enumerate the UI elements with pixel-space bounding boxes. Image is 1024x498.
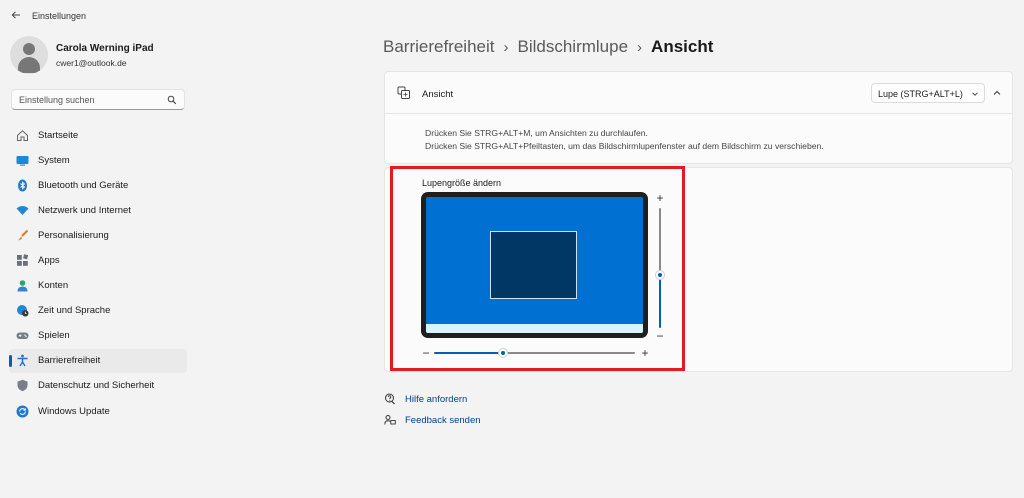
height-decrease-button[interactable]: − (653, 330, 667, 342)
back-button[interactable] (8, 7, 24, 23)
slider-thumb[interactable] (655, 270, 665, 280)
width-increase-button[interactable]: + (639, 346, 651, 360)
sidebar-item-label: Startseite (38, 129, 79, 141)
brush-icon (16, 229, 29, 242)
sidebar-item-label: Netzwerk und Internet (38, 204, 131, 216)
sidebar-item-spielen[interactable]: Spielen (9, 324, 187, 348)
width-decrease-button[interactable]: − (421, 346, 431, 360)
lens-height-slider[interactable]: + − (653, 192, 667, 342)
accessibility-icon (16, 354, 29, 367)
height-increase-button[interactable]: + (653, 192, 667, 204)
breadcrumb-bildschirmlupe[interactable]: Bildschirmlupe (518, 37, 629, 56)
screen-preview (426, 197, 643, 333)
sidebar-item-zeit[interactable]: Zeit und Sprache (9, 299, 187, 323)
feedback-icon (384, 415, 396, 425)
view-setting-label: Ansicht (422, 89, 454, 100)
sidebar-item-startseite[interactable]: Startseite (9, 123, 187, 147)
sidebar-item-label: Apps (38, 254, 60, 266)
sidebar-item-apps[interactable]: Apps (9, 248, 187, 272)
sidebar-item-barrierefreiheit[interactable]: Barrierefreiheit (9, 348, 187, 373)
user-profile[interactable]: Carola Werning iPad cwer1@outlook.de (10, 36, 154, 74)
search-icon (167, 95, 177, 105)
slider-fill[interactable] (434, 352, 503, 354)
title-bar: Einstellungen (0, 0, 1024, 30)
accounts-icon (16, 279, 29, 292)
slider-fill[interactable] (659, 275, 661, 328)
lens-size-title: Lupengröße ändern (422, 178, 502, 188)
view-setting-description: Drücken Sie STRG+ALT+M, um Ansichten zu … (384, 114, 1013, 164)
view-mode-selected: Lupe (STRG+ALT+L) (878, 89, 963, 99)
lens-preview[interactable] (490, 231, 577, 299)
sidebar-item-label: Spielen (38, 330, 70, 342)
sidebar-item-label: Bluetooth und Geräte (38, 179, 129, 191)
lens-width-slider[interactable]: − + (421, 346, 651, 360)
page-title: Ansicht (651, 37, 714, 56)
view-setting-card: Ansicht Lupe (STRG+ALT+L) (384, 71, 1013, 114)
avatar (10, 36, 48, 74)
gamepad-icon (16, 329, 29, 342)
update-icon (16, 405, 29, 418)
sidebar-item-datenschutz[interactable]: Datenschutz und Sicherheit (9, 374, 187, 398)
breadcrumb-barrierefreiheit[interactable]: Barrierefreiheit (383, 37, 495, 56)
sidebar-item-label: Windows Update (38, 405, 110, 417)
feedback-link[interactable]: Feedback senden (384, 414, 481, 426)
sidebar-item-label: Datenschutz und Sicherheit (38, 380, 155, 392)
sidebar-item-label: Barrierefreiheit (38, 355, 101, 367)
globe-clock-icon (16, 304, 29, 317)
slider-thumb[interactable] (498, 348, 508, 358)
slider-track[interactable] (503, 352, 635, 354)
system-icon (16, 154, 29, 167)
sidebar-item-bluetooth[interactable]: Bluetooth und Geräte (9, 173, 187, 197)
description-line: Drücken Sie STRG+ALT+Pfeiltasten, um das… (425, 141, 824, 151)
wifi-icon (16, 204, 29, 217)
view-mode-dropdown[interactable]: Lupe (STRG+ALT+L) (871, 83, 985, 103)
view-icon (397, 86, 410, 99)
app-title: Einstellungen (32, 11, 87, 21)
description-line: Drücken Sie STRG+ALT+M, um Ansichten zu … (425, 128, 648, 138)
slider-track[interactable] (659, 208, 661, 275)
breadcrumb-separator: › (503, 39, 509, 56)
sidebar-item-label: Konten (38, 280, 69, 292)
home-icon (16, 129, 29, 142)
search-input[interactable]: Einstellung suchen (11, 89, 185, 110)
sidebar-item-system[interactable]: System (9, 148, 187, 172)
sidebar-item-konten[interactable]: Konten (9, 274, 187, 298)
profile-name: Carola Werning iPad (56, 42, 154, 54)
breadcrumb-separator: › (637, 39, 643, 56)
taskbar-preview (426, 324, 643, 333)
sidebar-item-windows-update[interactable]: Windows Update (9, 399, 187, 423)
chevron-up-icon[interactable] (992, 88, 1002, 98)
sidebar-nav: Startseite System Bluetooth und Geräte N… (9, 123, 187, 424)
sidebar-item-personalisierung[interactable]: Personalisierung (9, 223, 187, 247)
monitor-preview (421, 192, 648, 338)
apps-icon (16, 254, 29, 267)
help-link[interactable]: Hilfe anfordern (384, 393, 467, 405)
shield-icon (16, 379, 29, 392)
help-icon (385, 393, 395, 405)
back-arrow-icon (11, 11, 20, 19)
profile-email: cwer1@outlook.de (56, 57, 127, 68)
feedback-link-label[interactable]: Feedback senden (405, 415, 481, 426)
sidebar-item-label: System (38, 154, 70, 166)
sidebar-item-netzwerk[interactable]: Netzwerk und Internet (9, 198, 187, 222)
sidebar-item-label: Personalisierung (38, 229, 109, 241)
bluetooth-icon (16, 179, 29, 192)
sidebar-item-label: Zeit und Sprache (38, 305, 111, 317)
search-placeholder: Einstellung suchen (19, 95, 95, 105)
breadcrumb: Barrierefreiheit › Bildschirmlupe › Ansicht (383, 37, 713, 57)
help-link-label[interactable]: Hilfe anfordern (405, 394, 467, 405)
chevron-down-icon (972, 92, 978, 96)
